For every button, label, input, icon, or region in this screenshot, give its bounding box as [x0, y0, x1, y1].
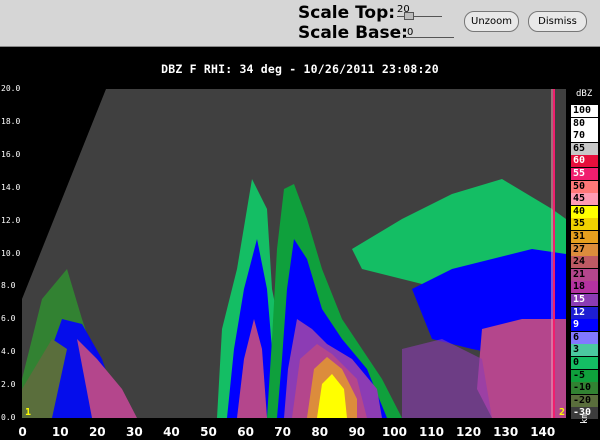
y-tick-label: 12.0 — [1, 215, 21, 225]
y-tick-label: 10.0 — [1, 248, 21, 258]
legend-entry: 6 — [571, 331, 598, 344]
x-tick-label: 30 — [126, 425, 143, 439]
x-tick-label: 20 — [88, 425, 106, 439]
x-axis-unit: km — [580, 413, 590, 424]
y-tick-label: 2.0 — [1, 380, 16, 390]
scale-base-input[interactable] — [404, 37, 454, 38]
x-tick-label: 10 — [51, 425, 69, 439]
legend-entry: 70 — [571, 130, 598, 143]
y-tick-label: 20.0 — [1, 84, 21, 93]
legend-entry: 0 — [571, 357, 598, 369]
y-tick-label: 16.0 — [1, 149, 21, 159]
legend-entry: 18 — [571, 281, 598, 294]
x-tick-label: 0 — [18, 425, 27, 439]
plot-title: DBZ F RHI: 34 deg - 10/26/2011 23:08:20 — [161, 62, 439, 76]
legend-entry: 12 — [571, 306, 598, 319]
legend-entry: 15 — [571, 294, 598, 306]
legend-entry: 24 — [571, 256, 598, 269]
y-tick-label: 6.0 — [1, 314, 16, 324]
corner-label-right: 2 — [559, 407, 565, 418]
x-tick-label: 70 — [274, 425, 291, 439]
legend-entry: 31 — [571, 231, 598, 243]
y-tick-label: 14.0 — [1, 182, 21, 192]
corner-label-left: 1 — [25, 407, 31, 418]
legend-entry: 50 — [571, 180, 598, 193]
legend-entry: -10 — [571, 382, 598, 395]
toolbar: Scale Top: 20 Scale Base: 0 Unzoom Dismi… — [0, 0, 600, 47]
legend-entry: 9 — [571, 319, 598, 332]
legend-entry: 35 — [571, 218, 598, 231]
legend-entry: 27 — [571, 243, 598, 256]
x-tick-label: 90 — [348, 425, 366, 439]
x-tick-label: 120 — [456, 425, 482, 439]
x-tick-label: 60 — [237, 425, 254, 439]
y-tick-label: 8.0 — [1, 281, 16, 291]
scale-top-label: Scale Top: — [298, 3, 396, 23]
y-tick-label: 18.0 — [1, 116, 21, 126]
legend-entry: -5 — [571, 369, 598, 382]
x-tick-label: 130 — [493, 425, 519, 439]
x-tick-label: 110 — [418, 425, 445, 439]
legend-entry: 55 — [571, 168, 598, 180]
legend-unit: dBZ — [576, 89, 593, 99]
x-tick-label: 50 — [200, 425, 217, 439]
legend-entry: 60 — [571, 155, 598, 168]
legend-entry: 100 — [571, 105, 598, 117]
legend-entry: 80 — [571, 117, 598, 130]
rhi-plot[interactable]: 1 2 — [22, 89, 566, 418]
legend-entry: -20 — [571, 394, 598, 407]
x-tick-label: 40 — [163, 425, 180, 439]
y-tick-label: 0.0 — [1, 413, 16, 422]
legend-entry: 65 — [571, 142, 598, 155]
scale-top-slider-knob[interactable] — [404, 12, 414, 20]
unzoom-button[interactable]: Unzoom — [464, 11, 519, 32]
x-tick-label: 100 — [381, 425, 407, 439]
legend-entry: 3 — [571, 344, 598, 357]
legend-entry: 40 — [571, 205, 598, 218]
dismiss-button[interactable]: Dismiss — [528, 11, 587, 32]
no-data-wedge — [22, 89, 106, 299]
legend-entry: 21 — [571, 268, 598, 281]
y-tick-label: 4.0 — [1, 347, 16, 357]
x-tick-label: 80 — [311, 425, 329, 439]
legend-entry: 45 — [571, 193, 598, 206]
scale-base-label: Scale Base: — [298, 23, 408, 43]
x-tick-label: 140 — [530, 425, 556, 439]
radar-image: 1 2 — [22, 89, 566, 418]
